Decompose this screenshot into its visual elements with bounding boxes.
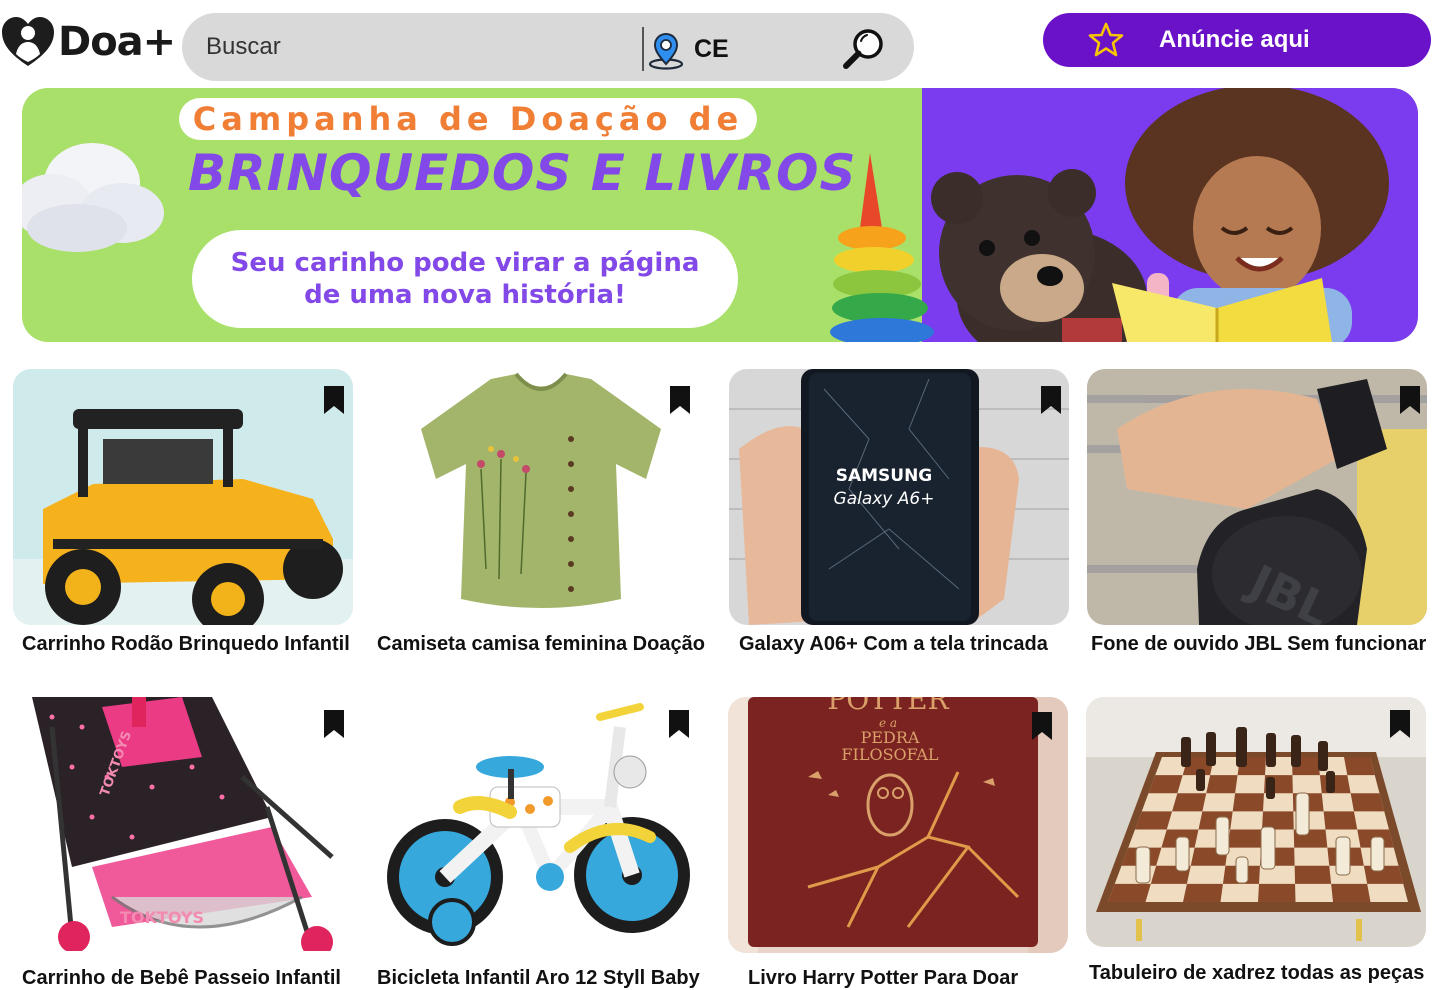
logo[interactable]: Doa+ <box>0 14 176 70</box>
product-title[interactable]: Carrinho de Bebê Passeio Infantil <box>22 967 382 990</box>
bookmark-icon[interactable] <box>1399 385 1421 415</box>
kids-bicycle-image <box>370 697 710 951</box>
jbl-headphones-image: JBL <box>1087 369 1427 625</box>
bookmark-icon[interactable] <box>323 385 345 415</box>
chess-square <box>1294 865 1332 884</box>
heart-person-icon <box>2 17 54 66</box>
campaign-banner[interactable]: Campanha de Doação de BRINQUEDOS E LIVRO… <box>22 88 1418 342</box>
bookmark-icon[interactable] <box>1040 385 1062 415</box>
product-title[interactable]: Bicicleta Infantil Aro 12 Styll Baby <box>377 967 737 990</box>
teddy-bear-illustration <box>931 169 1147 342</box>
product-title[interactable]: Livro Harry Potter Para Doar <box>748 967 1108 990</box>
map-pin-icon[interactable] <box>646 30 686 70</box>
product-image[interactable]: JBL <box>1087 369 1427 625</box>
banner-message-line-1: Seu carinho pode virar a página <box>230 248 700 278</box>
banner-title: BRINQUEDOS E LIVROS <box>188 144 857 202</box>
chess-square <box>1258 883 1296 902</box>
chess-square <box>1172 793 1207 812</box>
product-title[interactable]: Tabuleiro de xadrez todas as peças <box>1089 962 1441 985</box>
product-image[interactable]: TOKTOYS TOKTOYS <box>12 697 352 951</box>
bookmark-icon[interactable] <box>323 709 345 739</box>
harry-potter-book-image: POTTER e a PEDRA FILOSOFAL <box>728 697 1068 953</box>
chess-square <box>1232 793 1264 812</box>
magnifier-icon[interactable] <box>840 25 888 73</box>
chess-square <box>1319 775 1351 794</box>
toy-jeep-image <box>13 369 353 625</box>
chess-square <box>1183 883 1223 902</box>
product-image[interactable]: POTTER e a PEDRA FILOSOFAL <box>728 697 1068 953</box>
chess-board-image <box>1086 697 1426 947</box>
advertise-button-label: Anúncie aqui <box>1159 26 1310 53</box>
bookmark-icon[interactable] <box>1389 709 1411 739</box>
phone-brand-text: SAMSUNG <box>836 466 933 486</box>
bookmark-icon[interactable] <box>1031 711 1053 741</box>
search-bar: CE <box>182 13 914 81</box>
chess-square <box>1227 829 1262 848</box>
banner-subtitle: Campanha de Doação de <box>192 100 744 138</box>
banner-message-line-2: de uma nova história! <box>304 280 626 310</box>
star-icon <box>1088 22 1124 57</box>
book-title-text: POTTER <box>827 697 949 716</box>
phone-model-text: Galaxy A6+ <box>834 489 935 509</box>
chess-square <box>1344 757 1375 776</box>
chess-square <box>1331 883 1371 902</box>
product-image[interactable] <box>1086 697 1426 947</box>
book-subtitle-line-2: FILOSOFAL <box>841 745 939 764</box>
chess-square <box>1350 793 1385 812</box>
product-title[interactable]: Fone de ouvido JBL Sem funcionar <box>1091 633 1441 656</box>
stroller-brand-text-bottom: TOKTOYS <box>120 908 204 927</box>
product-title[interactable]: Carrinho Rodão Brinquedo Infantil <box>22 633 382 656</box>
product-image[interactable] <box>13 369 353 625</box>
location-label[interactable]: CE <box>694 35 729 64</box>
product-title[interactable]: Galaxy A06+ Com a tela trincada <box>739 633 1099 656</box>
banner-message-pill: Seu carinho pode virar a página de uma n… <box>192 230 738 328</box>
search-divider <box>642 27 644 71</box>
product-image[interactable]: SAMSUNG Galaxy A6+ <box>729 369 1069 625</box>
advertise-button[interactable]: Anúncie aqui <box>1043 13 1431 67</box>
bookmark-icon[interactable] <box>669 385 691 415</box>
cloud-illustration <box>22 143 164 252</box>
chess-square <box>1108 883 1151 902</box>
product-title[interactable]: Camiseta camisa feminina Doação <box>377 633 737 656</box>
chess-square <box>1206 775 1238 794</box>
search-input[interactable] <box>206 27 626 67</box>
product-image[interactable] <box>371 369 711 625</box>
girl-reading-illustration <box>1112 88 1389 342</box>
product-image[interactable] <box>370 697 710 951</box>
baby-stroller-image: TOKTOYS TOKTOYS <box>12 697 352 951</box>
bookmark-icon[interactable] <box>668 709 690 739</box>
samsung-phone-image: SAMSUNG Galaxy A6+ <box>729 369 1069 625</box>
chess-square <box>1323 811 1358 830</box>
logo-text: Doa+ <box>58 19 176 65</box>
green-blouse-image <box>371 369 711 625</box>
banner-subtitle-pill: Campanha de Doação de <box>179 98 757 140</box>
